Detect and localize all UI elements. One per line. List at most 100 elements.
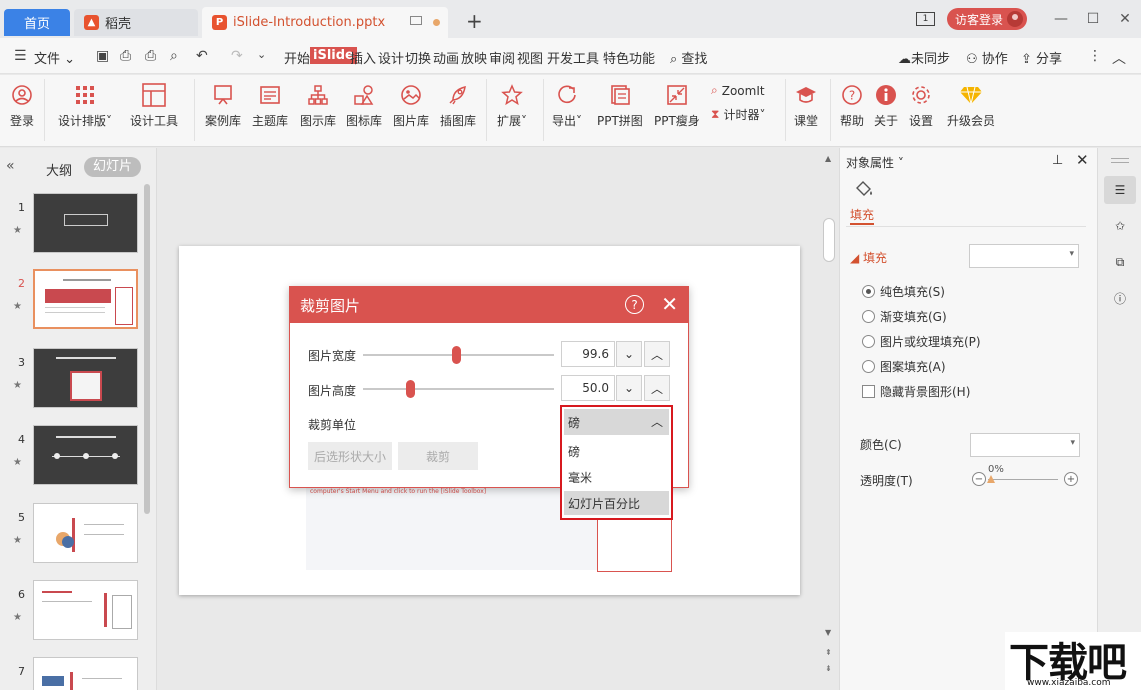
shape-size-button[interactable]: 后选形状大小: [308, 442, 392, 470]
diagram-lib-button[interactable]: 图示库: [300, 81, 336, 129]
menu-review[interactable]: 审阅: [489, 48, 515, 67]
ppt-collage-button[interactable]: PPT拼图: [597, 81, 643, 129]
tab-daoke[interactable]: ▲ 稻壳: [74, 9, 198, 36]
fill-section-header[interactable]: ◢ 填充: [850, 249, 887, 266]
next-page-icon[interactable]: ⇟: [825, 664, 832, 673]
timer-button[interactable]: ⧗ 计时器 ˅: [711, 106, 765, 123]
transparency-increase-button[interactable]: +: [1064, 472, 1078, 486]
menu-insert[interactable]: 插入: [350, 48, 376, 67]
minimize-button[interactable]: —: [1045, 11, 1077, 27]
collapse-ribbon-icon[interactable]: ︿: [1112, 48, 1126, 68]
ppt-slim-button[interactable]: PPT瘦身: [654, 81, 700, 129]
width-decrease-button[interactable]: ⌄: [616, 341, 642, 367]
transparency-decrease-button[interactable]: −: [972, 472, 986, 486]
close-icon[interactable]: ✕: [661, 292, 678, 316]
paint-bucket-icon[interactable]: [854, 180, 874, 201]
width-input[interactable]: 99.6: [561, 341, 615, 367]
slides-tab[interactable]: 幻灯片: [84, 157, 142, 177]
help-tool[interactable]: ⓘ: [1104, 284, 1136, 312]
solid-fill-radio[interactable]: 纯色填充(S): [862, 283, 945, 300]
quick-access-more-icon[interactable]: ⌄: [257, 48, 266, 61]
login-button[interactable]: 登录: [10, 81, 34, 129]
help-button[interactable]: ? 帮助: [840, 81, 864, 129]
share-button[interactable]: ⇪ 分享: [1021, 48, 1062, 67]
help-icon[interactable]: ?: [625, 295, 644, 314]
slide-thumbnail[interactable]: 1 ★: [0, 193, 150, 257]
illus-lib-button[interactable]: 插图库: [440, 81, 476, 129]
color-select[interactable]: [970, 433, 1080, 457]
unit-option[interactable]: 幻灯片百分比: [564, 491, 669, 515]
height-slider[interactable]: [363, 388, 554, 390]
case-lib-button[interactable]: 案例库: [205, 81, 241, 129]
icon-lib-button[interactable]: 图标库: [346, 81, 382, 129]
height-increase-button[interactable]: ︿: [644, 375, 670, 401]
output-icon[interactable]: ⎙: [120, 48, 131, 64]
unit-dropdown[interactable]: 磅 ︿ 磅 毫米 幻灯片百分比: [560, 405, 673, 520]
crop-button[interactable]: 裁剪: [398, 442, 478, 470]
panel-title[interactable]: 对象属性 ˅: [846, 154, 904, 171]
unit-dropdown-selected[interactable]: 磅 ︿: [564, 409, 669, 435]
classroom-button[interactable]: 课堂: [794, 81, 818, 129]
menu-start[interactable]: 开始: [284, 48, 310, 67]
theme-lib-button[interactable]: 主题库: [252, 81, 288, 129]
thumbnail-scrollbar[interactable]: [144, 184, 150, 514]
tab-document[interactable]: P iSlide-Introduction.pptx: [202, 7, 448, 38]
menu-slideshow[interactable]: 放映: [461, 48, 487, 67]
save-icon[interactable]: ▣: [96, 48, 109, 64]
zoomit-button[interactable]: ⌕ ZoomIt: [711, 83, 765, 98]
scroll-thumb[interactable]: [823, 218, 835, 262]
close-icon[interactable]: ✕: [1076, 151, 1089, 169]
collab-button[interactable]: ⚇ 协作: [966, 48, 1008, 67]
transparency-slider[interactable]: [988, 479, 1058, 480]
picture-fill-radio[interactable]: 图片或纹理填充(P): [862, 333, 981, 350]
monitor-icon[interactable]: [410, 16, 422, 25]
fill-tab[interactable]: 填充: [850, 206, 874, 223]
pin-icon[interactable]: ⊥: [1052, 153, 1063, 168]
outline-tab[interactable]: 大纲: [46, 160, 72, 179]
menu-features[interactable]: 特色功能: [603, 48, 655, 67]
pin-tool[interactable]: ✩: [1104, 212, 1136, 240]
design-layout-button[interactable]: 设计排版˅: [58, 81, 112, 129]
tab-home[interactable]: 首页: [4, 9, 70, 36]
height-decrease-button[interactable]: ⌄: [616, 375, 642, 401]
slide-content-area[interactable]: [306, 486, 598, 570]
pattern-fill-radio[interactable]: 图案填充(A): [862, 358, 946, 375]
width-increase-button[interactable]: ︿: [644, 341, 670, 367]
print-icon[interactable]: ⎙: [145, 48, 156, 64]
hide-background-checkbox[interactable]: 隐藏背景图形(H): [862, 383, 970, 400]
properties-tool[interactable]: ☰: [1104, 176, 1136, 204]
hamburger-icon[interactable]: ☰: [14, 48, 27, 64]
guest-login-button[interactable]: 访客登录: [946, 8, 1027, 30]
menu-design[interactable]: 设计: [378, 48, 404, 67]
search-button[interactable]: ⌕ 查找: [670, 48, 707, 67]
upgrade-button[interactable]: 升级会员: [947, 81, 995, 129]
menu-view[interactable]: 视图: [517, 48, 543, 67]
maximize-button[interactable]: ☐: [1077, 11, 1109, 27]
menu-developer[interactable]: 开发工具: [547, 48, 599, 67]
width-slider-handle[interactable]: [452, 346, 462, 364]
about-button[interactable]: 关于: [874, 81, 898, 129]
prev-page-icon[interactable]: ⇞: [825, 648, 832, 657]
extend-button[interactable]: 扩展˅: [497, 81, 527, 129]
height-slider-handle[interactable]: [406, 380, 416, 398]
transform-tool[interactable]: ⧉: [1104, 248, 1136, 276]
transparency-slider-handle[interactable]: [987, 475, 995, 483]
slide-thumbnail[interactable]: 2 ★: [0, 269, 150, 333]
new-tab-button[interactable]: +: [466, 11, 483, 31]
undo-icon[interactable]: ↶: [196, 48, 208, 64]
slide-thumbnail[interactable]: 6 ★: [0, 580, 150, 644]
redo-icon[interactable]: ↷: [231, 48, 243, 64]
scroll-down-icon[interactable]: ▼: [825, 628, 831, 637]
slide-thumbnail[interactable]: 4 ★: [0, 425, 150, 489]
slide-thumbnail[interactable]: 3 ★: [0, 348, 150, 412]
image-lib-button[interactable]: 图片库: [393, 81, 429, 129]
fill-type-select[interactable]: [969, 244, 1079, 268]
export-button[interactable]: 导出˅: [552, 81, 582, 129]
scroll-up-icon[interactable]: ▲: [825, 154, 831, 163]
unit-option[interactable]: 毫米: [564, 465, 669, 489]
unit-option[interactable]: 磅: [564, 439, 669, 463]
sync-status[interactable]: ☁未同步: [898, 48, 950, 67]
menu-animation[interactable]: 动画: [433, 48, 459, 67]
settings-button[interactable]: 设置: [909, 81, 933, 129]
menu-file[interactable]: 文件 ⌄: [34, 48, 75, 67]
